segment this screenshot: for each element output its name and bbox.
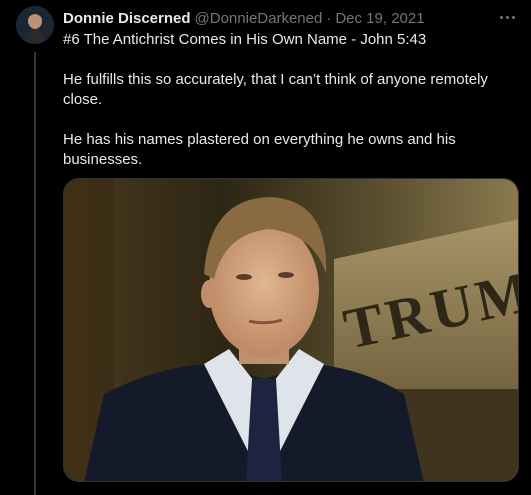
photo-image: TRUMP — [64, 179, 518, 481]
separator-dot: · — [326, 9, 332, 27]
avatar-image — [16, 6, 54, 44]
more-horizontal-icon[interactable] — [497, 7, 517, 27]
avatar[interactable] — [16, 6, 54, 44]
tweet-date[interactable]: Dec 19, 2021 — [335, 10, 424, 27]
tweet-media-photo[interactable]: TRUMP — [63, 178, 519, 482]
tweet-text-line-3: He has his names plastered on everything… — [63, 131, 456, 168]
thread-connector-line — [34, 52, 36, 495]
tweet-text: #6 The Antichrist Comes in His Own Name … — [63, 30, 518, 190]
tweet-header: Donnie Discerned @DonnieDarkened · Dec 1… — [63, 8, 521, 28]
tweet-text-line-2: He fulfills this so accurately, that I c… — [63, 71, 488, 108]
author-handle[interactable]: @DonnieDarkened — [195, 10, 323, 27]
tweet-text-line-1: #6 The Antichrist Comes in His Own Name … — [63, 31, 427, 48]
author-name[interactable]: Donnie Discerned — [63, 10, 191, 27]
